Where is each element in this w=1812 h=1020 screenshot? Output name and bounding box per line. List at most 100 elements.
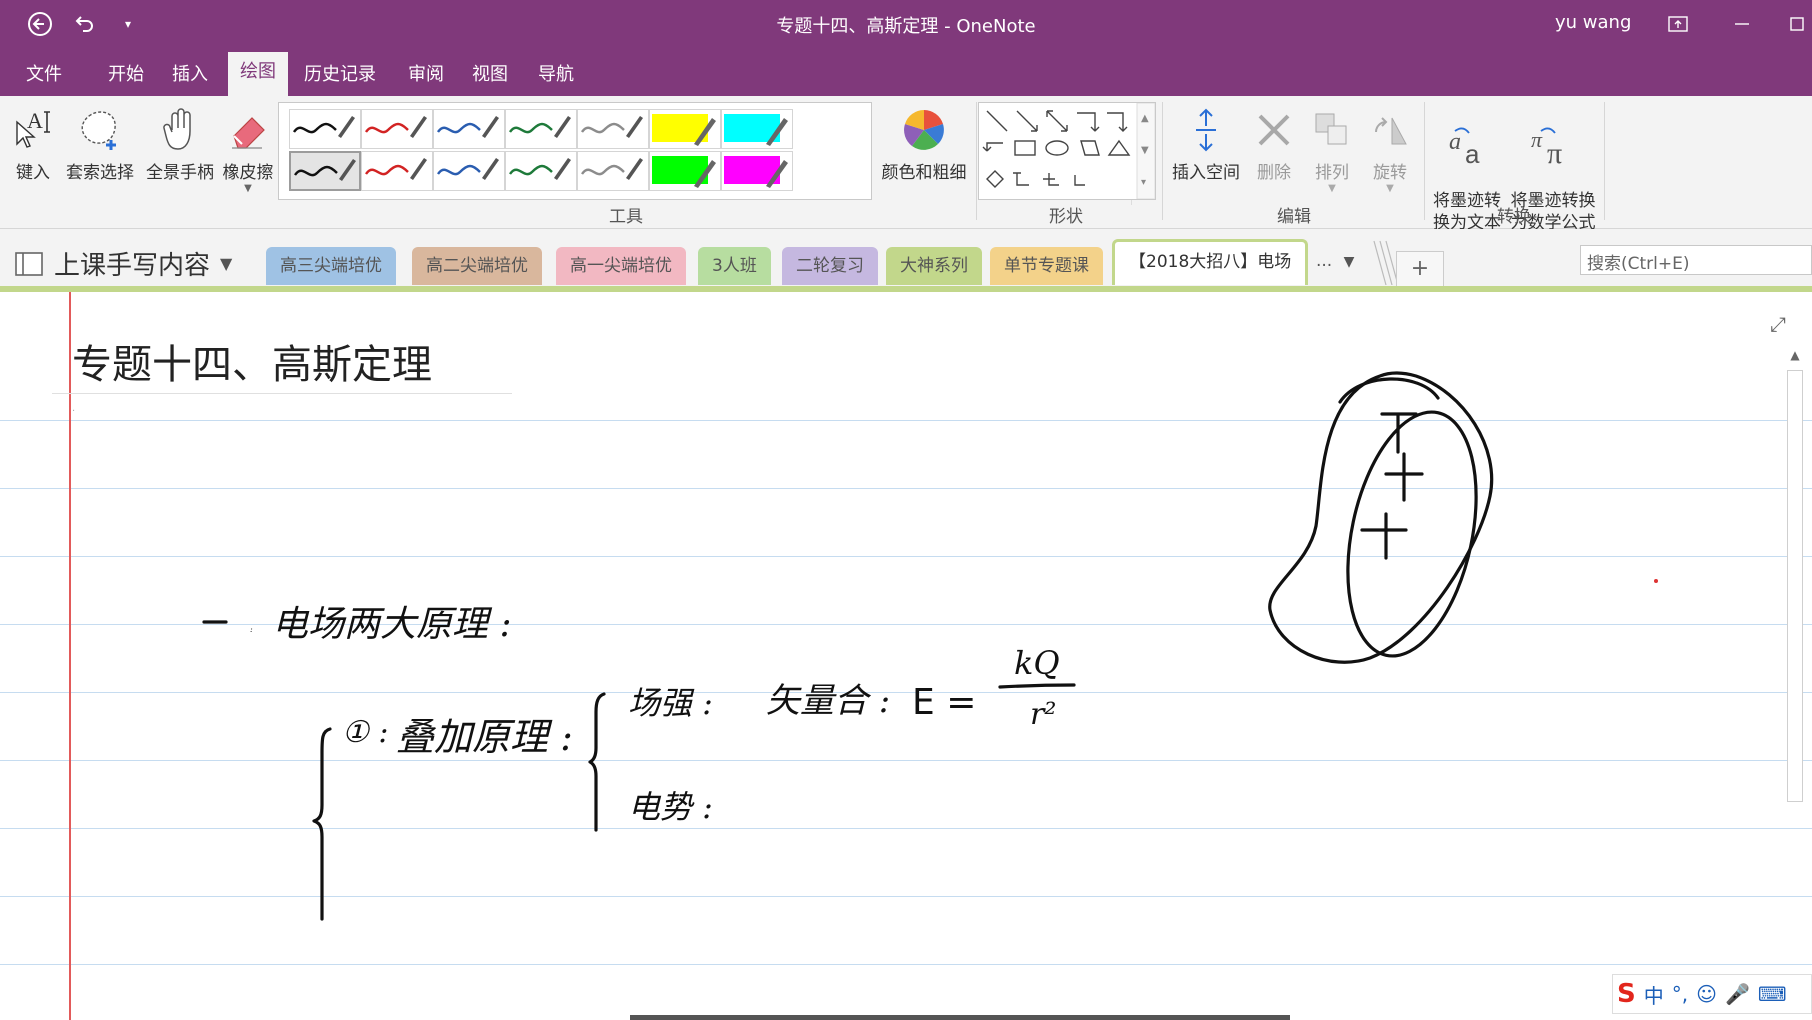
tab-home[interactable]: 开始 bbox=[96, 58, 156, 96]
user-name[interactable]: yu wang bbox=[1555, 12, 1631, 33]
type-button[interactable]: A 键入 bbox=[8, 102, 58, 183]
pen-swatch[interactable] bbox=[505, 151, 577, 191]
sogou-logo-icon: S bbox=[1617, 979, 1636, 1009]
emoji-icon[interactable]: ☺ bbox=[1696, 982, 1717, 1006]
page-vertical-scrollbar[interactable]: ▲ bbox=[1784, 348, 1806, 828]
tab-review[interactable]: 审阅 bbox=[396, 58, 456, 96]
window-title: 专题十四、高斯定理 - OneNote bbox=[776, 16, 1036, 37]
shape-gallery: ▲ ▼ ▾ bbox=[978, 102, 1156, 200]
section-tab[interactable]: 3人班 bbox=[698, 247, 771, 285]
pen-swatch[interactable] bbox=[577, 109, 649, 149]
ime-toolbar[interactable]: S 中 °, ☺ 🎤 ⌨ bbox=[1612, 974, 1812, 1014]
rotate-icon bbox=[1364, 102, 1416, 158]
pen-swatch[interactable] bbox=[289, 109, 361, 149]
add-section-button[interactable]: + bbox=[1396, 251, 1444, 286]
note-page[interactable]: 专题十四、高斯定理 · : 电场两大原理 : ① : 叠加原理: 场强: 矢… bbox=[0, 292, 1812, 1020]
expand-page-icon[interactable]: ⤢ bbox=[1770, 312, 1786, 336]
more-sections-button[interactable]: ... ▼ bbox=[1316, 251, 1354, 271]
maximize-icon[interactable] bbox=[1782, 8, 1812, 40]
tab-draw[interactable]: 绘图 bbox=[228, 52, 288, 96]
panning-hand-button[interactable]: 全景手柄 bbox=[142, 102, 218, 183]
section-tab[interactable]: 高二尖端培优 bbox=[412, 247, 542, 285]
section-tab[interactable]: 二轮复习 bbox=[782, 247, 878, 285]
section-tab[interactable]: 高一尖端培优 bbox=[556, 247, 686, 285]
ink-numerator: kQ bbox=[1014, 644, 1060, 682]
hand-icon bbox=[142, 102, 218, 158]
eraser-label: 橡皮擦 bbox=[222, 163, 274, 183]
edit-group-label: 编辑 bbox=[1277, 207, 1311, 227]
notebook-icon bbox=[15, 251, 43, 276]
pen-swatch[interactable] bbox=[361, 151, 433, 191]
keyboard-icon[interactable]: ⌨ bbox=[1758, 982, 1787, 1006]
section-tab-label: 高三尖端培优 bbox=[280, 256, 382, 276]
rotate-button[interactable]: 旋转 ▼ bbox=[1364, 102, 1416, 194]
tab-view[interactable]: 视图 bbox=[460, 58, 520, 96]
section-tab[interactable]: 高三尖端培优 bbox=[266, 247, 396, 285]
separator bbox=[976, 102, 977, 220]
highlighter-swatch[interactable] bbox=[721, 151, 793, 191]
tab-history[interactable]: 历史记录 bbox=[292, 58, 388, 96]
notebook-bar: 上课手写内容 ▼ 高三尖端培优 高二尖端培优 高一尖端培优 3人班 二轮复习 大神系列 单节… bbox=[0, 229, 1812, 289]
arrange-button[interactable]: 排列 ▼ bbox=[1306, 102, 1358, 194]
highlighter-swatch[interactable] bbox=[649, 109, 721, 149]
pen-swatch[interactable] bbox=[433, 109, 505, 149]
ink-potential: 电势 : bbox=[628, 788, 713, 826]
tab-navigate[interactable]: 导航 bbox=[526, 58, 586, 96]
section-tab[interactable]: 单节专题课 bbox=[990, 247, 1103, 285]
lasso-select-button[interactable]: 套索选择 bbox=[62, 102, 138, 183]
svg-text:▲: ▲ bbox=[1141, 113, 1149, 124]
ink-to-text-icon: aa bbox=[1428, 124, 1506, 168]
outer-brace bbox=[312, 727, 332, 921]
pen-swatch[interactable] bbox=[577, 151, 649, 191]
blob-outline bbox=[1268, 371, 1494, 664]
ink-drawing[interactable]: : 电场两大原理 : ① : 叠加原理 : 场强 : 矢量合 : E = kQ … bbox=[0, 292, 1812, 1020]
highlighter-swatch[interactable] bbox=[721, 109, 793, 149]
svg-text:a: a bbox=[1465, 139, 1480, 167]
pen-swatch[interactable] bbox=[433, 151, 505, 191]
search-placeholder: 搜索(Ctrl+E) bbox=[1587, 254, 1690, 274]
color-thickness-button[interactable]: 颜色和粗细 bbox=[874, 102, 974, 183]
title-bar: ▾ 专题十四、高斯定理 - OneNote yu wang bbox=[0, 0, 1812, 48]
lasso-label: 套索选择 bbox=[66, 163, 134, 183]
separator bbox=[1424, 102, 1425, 220]
scroll-up-arrow-icon[interactable]: ▲ bbox=[1784, 348, 1806, 362]
svg-text:▼: ▼ bbox=[1141, 145, 1149, 156]
shapes-group-label: 形状 bbox=[1049, 207, 1083, 227]
arrange-dropdown-icon[interactable]: ▼ bbox=[1306, 183, 1358, 194]
ribbon-tabs: 文件 开始 插入 绘图 历史记录 审阅 视图 导航 bbox=[0, 48, 1812, 96]
notebook-dropdown-icon[interactable]: ▼ bbox=[220, 254, 232, 273]
pen-swatch[interactable] bbox=[289, 151, 361, 191]
section-tab[interactable]: 大神系列 bbox=[886, 247, 982, 285]
scroll-thumb[interactable] bbox=[1787, 370, 1803, 802]
ribbon: A 键入 套索选择 全景手柄 橡皮擦 ▼ ▲ ▼ ▾ bbox=[0, 96, 1812, 233]
tools-group-label: 工具 bbox=[609, 207, 643, 227]
search-input[interactable]: 搜索(Ctrl+E) bbox=[1580, 245, 1812, 275]
notebook-selector[interactable]: 上课手写内容 ▼ bbox=[14, 245, 232, 282]
pen-swatch[interactable] bbox=[505, 109, 577, 149]
insert-space-icon bbox=[1166, 102, 1246, 158]
eraser-dropdown-icon[interactable]: ▼ bbox=[220, 183, 276, 194]
pan-label: 全景手柄 bbox=[146, 163, 214, 183]
section-tab-label: 单节专题课 bbox=[1004, 256, 1089, 276]
rotate-dropdown-icon[interactable]: ▼ bbox=[1364, 183, 1416, 194]
tab-file[interactable]: 文件 bbox=[14, 58, 74, 96]
tab-insert[interactable]: 插入 bbox=[160, 58, 220, 96]
section-tab[interactable]: 【2018大招八】电场 bbox=[1112, 239, 1309, 285]
ink-heading: 电场两大原理 : bbox=[272, 604, 512, 645]
inner-brace bbox=[588, 692, 606, 832]
highlighter-swatch[interactable] bbox=[649, 151, 721, 191]
shape-icons[interactable]: ▲ ▼ ▾ bbox=[979, 102, 1156, 200]
page-horizontal-scrollbar[interactable] bbox=[630, 1015, 1290, 1020]
ribbon-display-options-icon[interactable] bbox=[1658, 8, 1698, 40]
microphone-icon[interactable]: 🎤 bbox=[1725, 982, 1750, 1006]
svg-text:▾: ▾ bbox=[1141, 177, 1146, 188]
ime-mode[interactable]: 中 bbox=[1644, 980, 1664, 1009]
add-section-label: + bbox=[1410, 256, 1430, 281]
insert-space-button[interactable]: 插入空间 bbox=[1166, 102, 1246, 183]
pen-swatch[interactable] bbox=[361, 109, 433, 149]
eraser-button[interactable]: 橡皮擦 ▼ bbox=[220, 102, 276, 194]
delete-button[interactable]: 删除 bbox=[1248, 102, 1300, 183]
minimize-icon[interactable] bbox=[1722, 8, 1762, 40]
ime-punct[interactable]: °, bbox=[1672, 982, 1688, 1006]
svg-text::: : bbox=[250, 625, 253, 634]
